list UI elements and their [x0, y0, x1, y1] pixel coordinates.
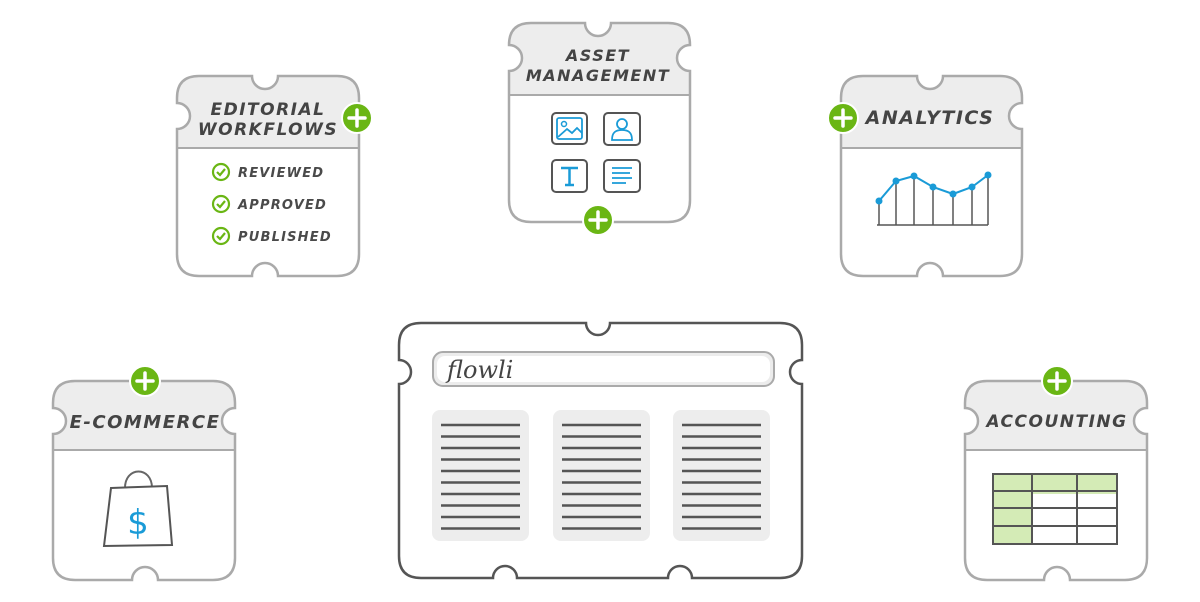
content-column — [553, 410, 650, 541]
ecommerce-add-icon[interactable] — [129, 365, 161, 397]
dollar-symbol: $ — [127, 503, 149, 543]
asset-add-icon[interactable] — [582, 204, 614, 236]
chart-point — [984, 171, 992, 179]
chart-point — [892, 177, 900, 185]
image-icon — [551, 112, 588, 145]
text-icon — [551, 159, 588, 193]
workflow-item-label: REVIEWED — [238, 166, 324, 181]
workflow-item-label: APPROVED — [237, 198, 327, 213]
accounting-title: ACCOUNTING — [984, 412, 1127, 432]
ecommerce-card — [51, 379, 237, 582]
editorial-add-icon[interactable] — [341, 102, 373, 134]
editorial-title-line2: WORKFLOWS — [198, 120, 338, 140]
chart-point — [929, 183, 937, 191]
chart-point — [910, 172, 918, 180]
accounting-add-icon[interactable] — [1041, 365, 1073, 397]
chart-point — [968, 183, 976, 191]
flowli-core: flowli — [432, 351, 775, 541]
analytics-add-icon[interactable] — [827, 102, 859, 134]
analytics-card — [839, 74, 1024, 278]
chart-point — [875, 197, 883, 205]
asset-title-line1: ASSET — [564, 46, 630, 65]
person-icon — [603, 112, 641, 146]
content-column — [673, 410, 770, 541]
asset-title-line2: MANAGEMENT — [526, 66, 670, 85]
ecommerce-title: E-COMMERCE — [70, 412, 221, 433]
search-text: flowli — [445, 356, 513, 384]
editorial-title-line1: EDITORIAL — [210, 100, 325, 120]
chart-point — [949, 190, 957, 198]
search-bar[interactable]: flowli — [432, 351, 775, 387]
workflow-item-label: PUBLISHED — [238, 230, 332, 245]
content-column — [432, 410, 529, 541]
analytics-title: ANALYTICS — [864, 107, 995, 129]
module-diagram: EDITORIAL WORKFLOWS REVIEWED APPROVED PUBL… — [51, 21, 1149, 582]
document-icon — [603, 159, 641, 193]
